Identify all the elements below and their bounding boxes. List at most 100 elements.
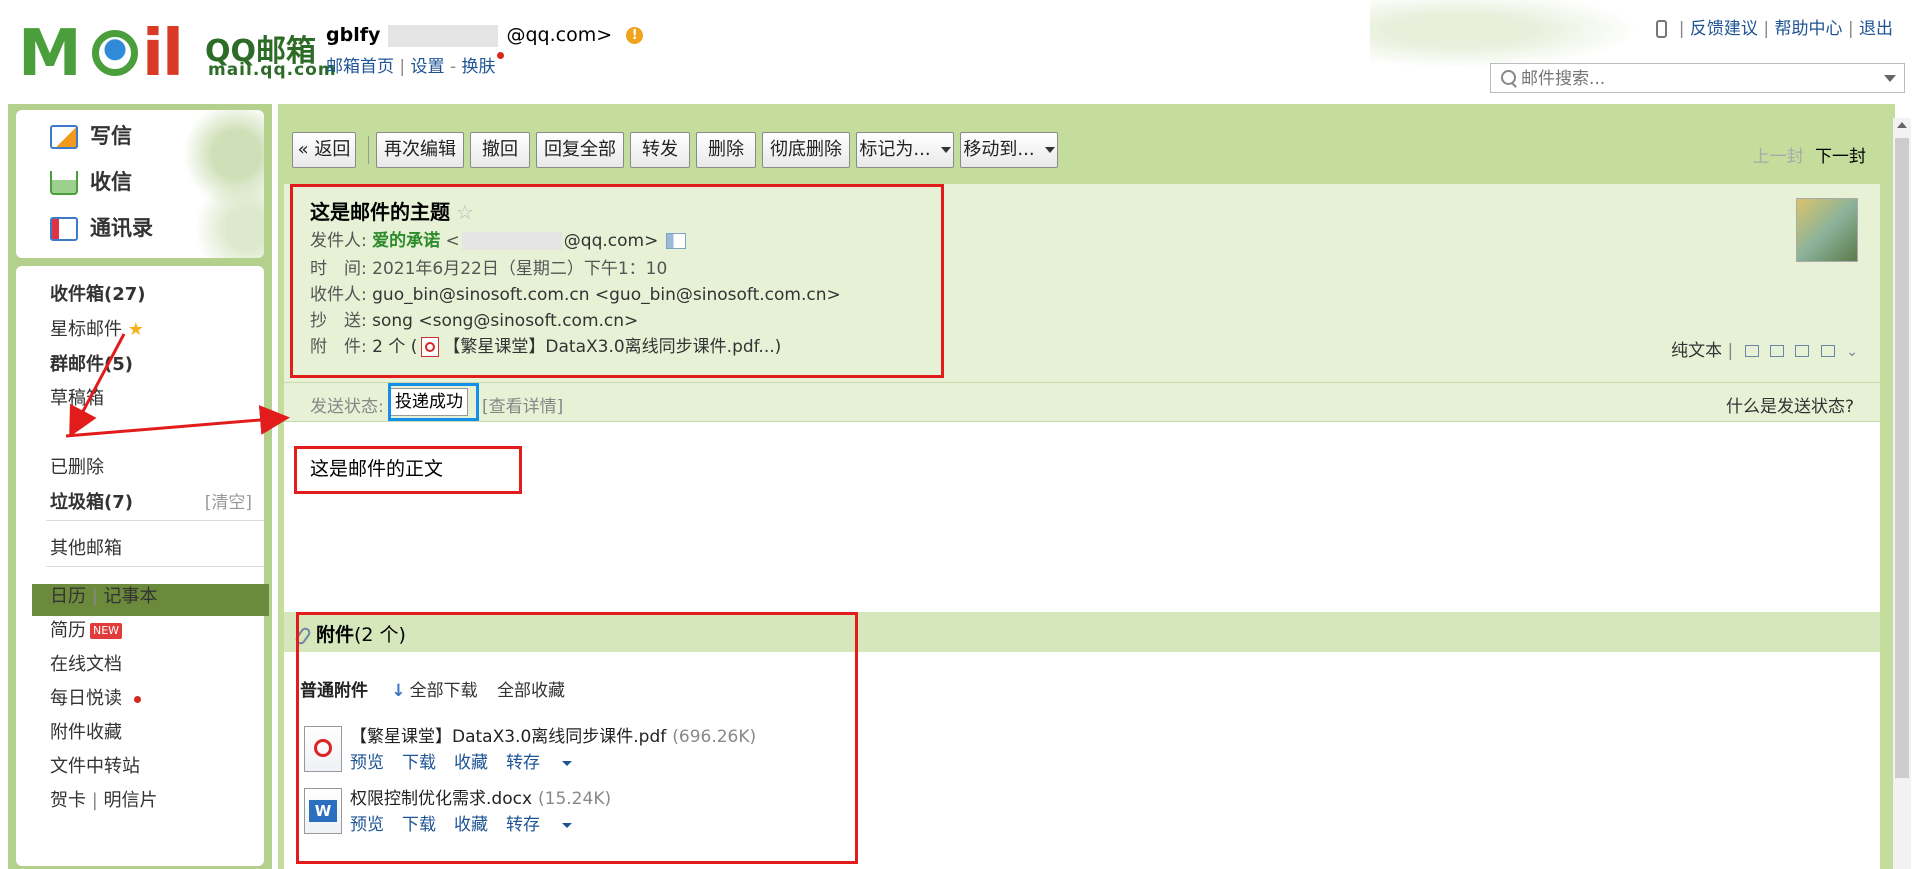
contact-card-icon[interactable] bbox=[666, 233, 687, 249]
folder-inbox[interactable]: 收件箱(27) bbox=[50, 280, 146, 306]
delete-button[interactable]: 删除 bbox=[696, 132, 756, 168]
status-detail-link[interactable]: [查看详情] bbox=[482, 392, 563, 417]
search-dropdown-icon[interactable] bbox=[1884, 75, 1896, 82]
attach-count: 2 个 ( bbox=[372, 337, 418, 357]
greeting-card-link[interactable]: 贺卡 bbox=[50, 790, 86, 811]
view-tools: 纯文本 | ⌄ bbox=[1671, 341, 1858, 361]
resume-label: 简历 bbox=[50, 620, 86, 641]
cc-label: 抄 送: bbox=[310, 311, 367, 331]
print-icon[interactable] bbox=[1820, 345, 1835, 357]
back-button[interactable]: « 返回 bbox=[292, 132, 356, 168]
mail-search[interactable] bbox=[1490, 63, 1905, 93]
send-status-bar: 发送状态: 投递成功 [查看详情] 什么是发送状态? bbox=[284, 382, 1880, 422]
sender-row: 发件人: 爱的承诺 < @qq.com> bbox=[310, 226, 687, 251]
spam-clear-link[interactable]: [清空] bbox=[205, 488, 252, 513]
daily-read-link[interactable]: 每日悦读 bbox=[50, 684, 141, 710]
folder-drafts[interactable]: 草稿箱 bbox=[50, 384, 104, 410]
preview-link[interactable]: 预览 bbox=[350, 815, 384, 835]
scroll-up-icon[interactable] bbox=[1897, 122, 1907, 128]
delete-permanent-button[interactable]: 彻底删除 bbox=[762, 132, 850, 168]
forward-button[interactable]: 转发 bbox=[630, 132, 690, 168]
expand-chevron-icon[interactable]: ⌄ bbox=[1846, 344, 1858, 360]
calendar-link[interactable]: 日历 bbox=[50, 586, 86, 607]
sender-name[interactable]: 爱的承诺 bbox=[372, 231, 440, 251]
attachment-item: 【繁星课堂】DataX3.0离线同步课件.pdf (696.26K) 预览 下载 收藏… bbox=[300, 722, 820, 782]
search-input[interactable] bbox=[1519, 66, 1863, 92]
star-outline-icon[interactable]: ☆ bbox=[456, 200, 474, 224]
save-all-link[interactable]: 全部收藏 bbox=[497, 681, 565, 701]
logout-link[interactable]: 退出 bbox=[1859, 19, 1893, 39]
favorite-link[interactable]: 收藏 bbox=[454, 815, 488, 835]
recall-button[interactable]: 撤回 bbox=[470, 132, 530, 168]
resume-link[interactable]: 简历 NEW bbox=[50, 616, 123, 642]
mark-as-dropdown[interactable]: 标记为... bbox=[856, 132, 954, 168]
floral-decoration bbox=[154, 110, 264, 258]
status-help-link[interactable]: 什么是发送状态? bbox=[1726, 392, 1854, 417]
toolbar-divider bbox=[368, 136, 369, 164]
mobile-icon[interactable] bbox=[1656, 20, 1668, 38]
settings-link[interactable]: 设置 bbox=[411, 57, 445, 77]
move-to-dropdown[interactable]: 移动到... bbox=[960, 132, 1058, 168]
source-icon[interactable] bbox=[1770, 345, 1785, 357]
plain-text-link[interactable]: 纯文本 bbox=[1671, 341, 1722, 361]
re-edit-button[interactable]: 再次编辑 bbox=[376, 132, 464, 168]
warning-icon[interactable]: ! bbox=[626, 27, 644, 44]
attach-fav-link[interactable]: 附件收藏 bbox=[50, 718, 122, 744]
download-arrow-icon: ↓ bbox=[391, 681, 406, 701]
attachments-title: 附件 bbox=[316, 624, 355, 646]
save-to-dropdown[interactable]: 转存 bbox=[506, 753, 590, 773]
receive-button[interactable]: 收信 bbox=[50, 166, 132, 196]
preview-link[interactable]: 预览 bbox=[350, 753, 384, 773]
help-link[interactable]: 帮助中心 bbox=[1774, 19, 1842, 39]
docs-link[interactable]: 在线文档 bbox=[50, 650, 122, 676]
status-badge: 投递成功 bbox=[390, 388, 468, 416]
attachment-name[interactable]: 权限控制优化需求.docx bbox=[350, 789, 532, 809]
sender-avatar[interactable] bbox=[1796, 198, 1858, 262]
top-links: | 反馈建议 | 帮助中心 | 退出 bbox=[1656, 14, 1893, 39]
home-link[interactable]: 邮箱首页 bbox=[326, 57, 394, 77]
folder-groups[interactable]: 群邮件(5) bbox=[50, 350, 133, 376]
notes-link[interactable]: 记事本 bbox=[104, 586, 158, 607]
attach-summary-link[interactable]: 【繁星课堂】DataX3.0离线同步课件.pdf...) bbox=[443, 337, 781, 357]
new-window-icon[interactable] bbox=[1744, 345, 1759, 357]
download-all-link[interactable]: ↓ 全部下载 bbox=[391, 681, 477, 701]
header: M il QQ邮箱 mail.qq.com gblfy @qq.com> ! 邮… bbox=[0, 0, 1915, 100]
attachment-size: (15.24K) bbox=[538, 789, 612, 809]
download-mail-icon[interactable] bbox=[1795, 345, 1810, 357]
feedback-link[interactable]: 反馈建议 bbox=[1690, 19, 1758, 39]
logo-penguin-icon bbox=[92, 30, 138, 76]
vertical-scrollbar[interactable] bbox=[1893, 118, 1911, 869]
attachments-count: (2 个) bbox=[354, 624, 406, 646]
move-to-label: 移动到... bbox=[963, 139, 1035, 160]
contacts-button[interactable]: 通讯录 bbox=[50, 212, 153, 242]
user-name: gblfy bbox=[326, 24, 381, 46]
next-mail-link[interactable]: 下一封 bbox=[1815, 147, 1866, 167]
logo-domain: mail.qq.com bbox=[208, 60, 337, 80]
chevron-down-icon bbox=[1044, 147, 1055, 153]
qqmail-logo[interactable]: M il QQ邮箱 mail.qq.com bbox=[18, 18, 336, 86]
reply-all-button[interactable]: 回复全部 bbox=[536, 132, 624, 168]
scrollbar-thumb[interactable] bbox=[1895, 138, 1909, 778]
favorite-link[interactable]: 收藏 bbox=[454, 753, 488, 773]
action-panel: 写信 收信 通讯录 bbox=[16, 110, 264, 258]
folder-list: 收件箱(27) 星标邮件 ★ 群邮件(5) 草稿箱 已发送 已删除 垃圾箱(7)… bbox=[16, 266, 269, 866]
prev-mail-link[interactable]: 上一封 bbox=[1753, 147, 1804, 167]
file-transfer-link[interactable]: 文件中转站 bbox=[50, 752, 140, 778]
download-link[interactable]: 下载 bbox=[402, 815, 436, 835]
postcard-link[interactable]: 明信片 bbox=[104, 790, 158, 811]
word-icon[interactable] bbox=[304, 788, 342, 834]
compose-button[interactable]: 写信 bbox=[50, 120, 132, 150]
folder-sent[interactable]: 已发送 bbox=[50, 418, 104, 444]
sidebar: 写信 收信 通讯录 收件箱(27) 星标邮件 ★ 群邮件(5) 草稿箱 已发送 … bbox=[8, 104, 272, 869]
folder-other[interactable]: 其他邮箱 bbox=[50, 534, 122, 560]
folder-spam[interactable]: 垃圾箱(7) bbox=[50, 488, 133, 514]
download-link[interactable]: 下载 bbox=[402, 753, 436, 773]
folder-starred[interactable]: 星标邮件 ★ bbox=[50, 315, 144, 341]
attachment-name[interactable]: 【繁星课堂】DataX3.0离线同步课件.pdf bbox=[350, 727, 666, 747]
app-row-cards: 贺卡 | 明信片 bbox=[50, 790, 158, 811]
pdf-icon[interactable] bbox=[304, 726, 342, 772]
skin-link[interactable]: 换肤 bbox=[462, 57, 496, 77]
save-to-dropdown[interactable]: 转存 bbox=[506, 815, 590, 835]
folder-deleted[interactable]: 已删除 bbox=[50, 453, 104, 479]
mail-subject-row: 这是邮件的主题 ☆ bbox=[310, 196, 474, 225]
